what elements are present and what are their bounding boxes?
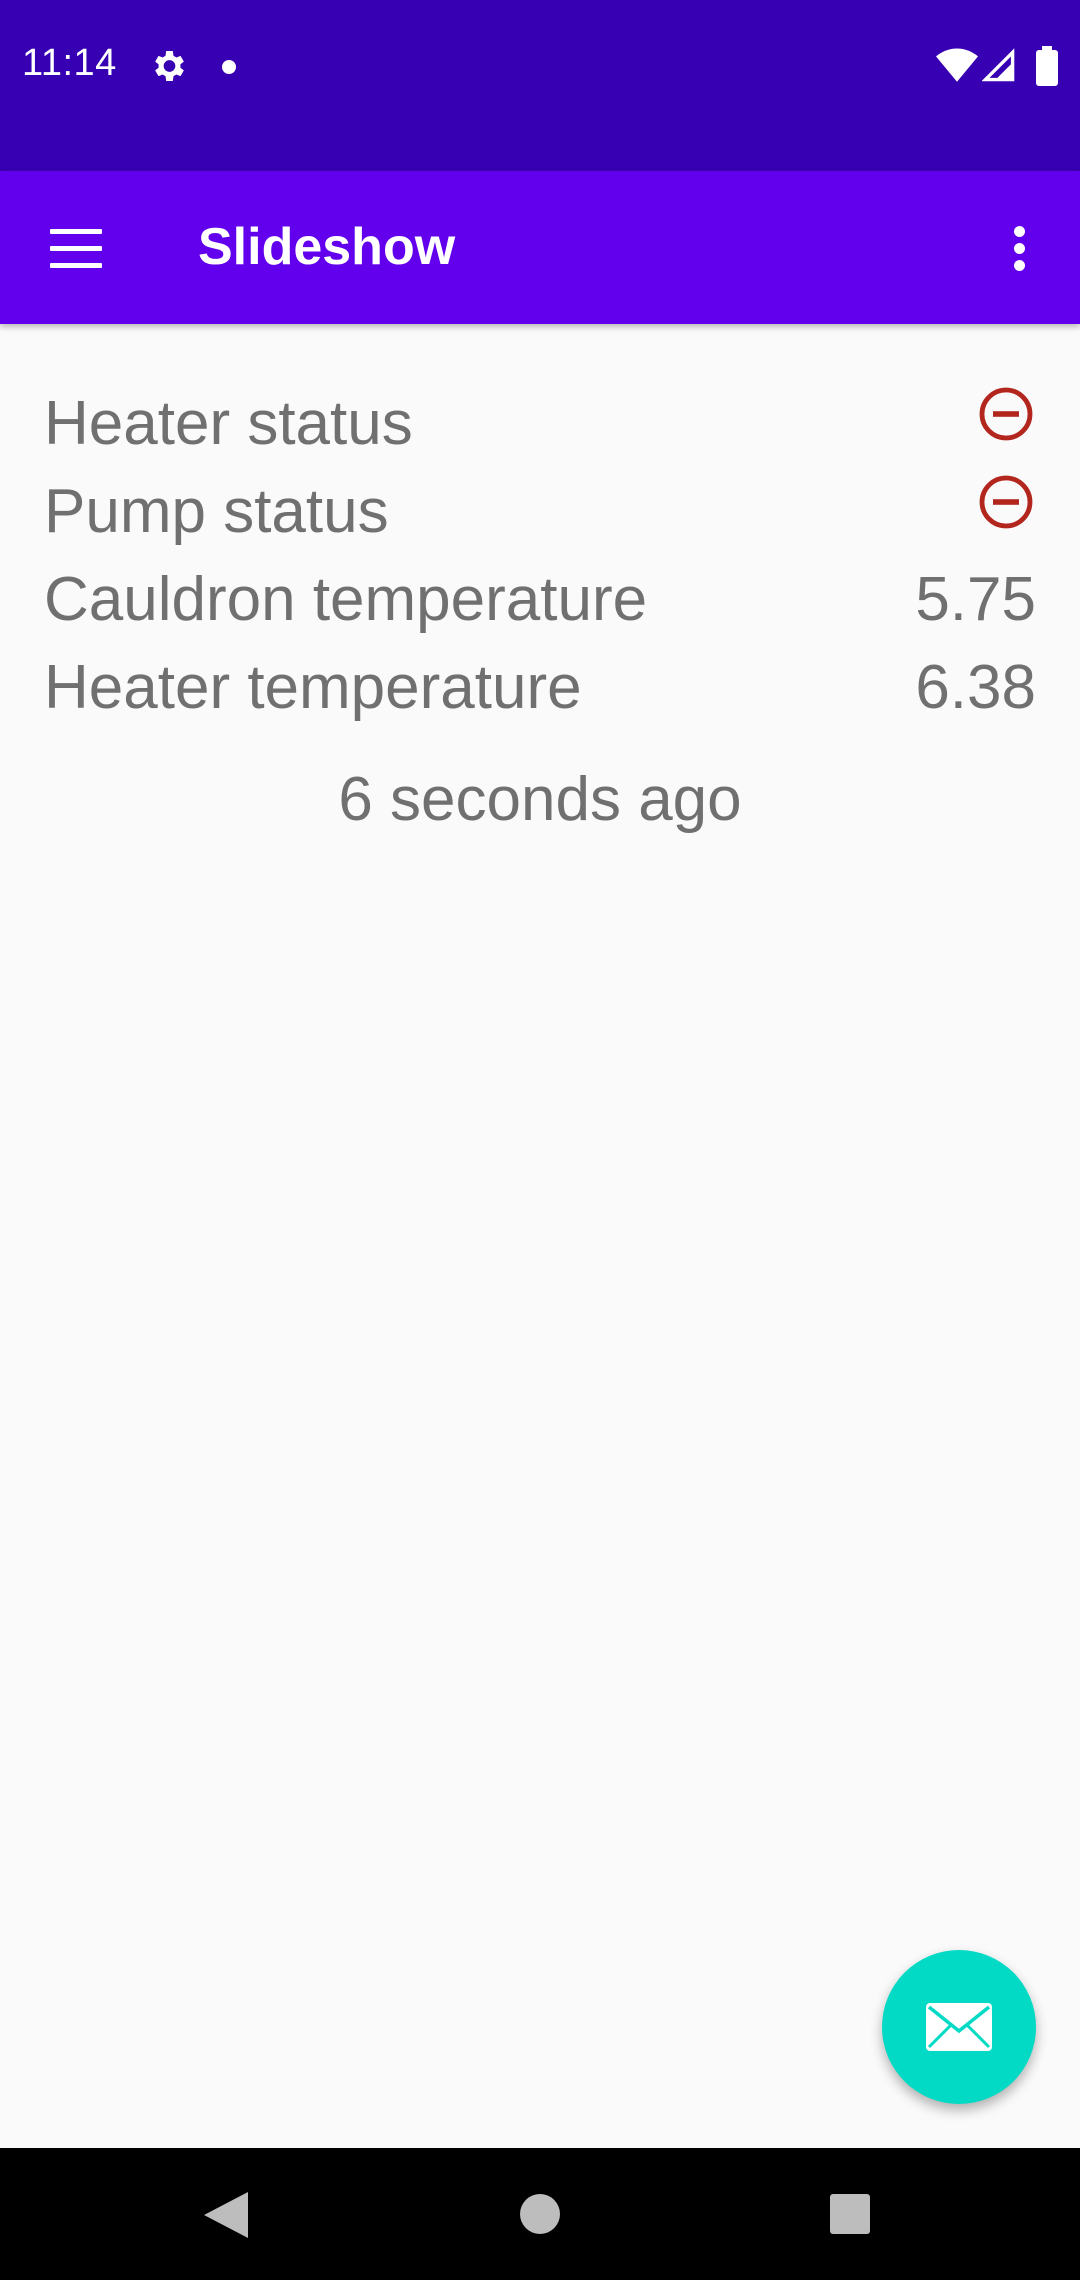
app-title: Slideshow (198, 218, 456, 276)
more-options-button[interactable] (970, 199, 1070, 299)
hamburger-menu-icon (50, 229, 102, 269)
home-icon[interactable] (520, 2194, 560, 2234)
heater-temperature-row: Heater temperature 6.38 (44, 640, 1036, 728)
recents-icon[interactable] (830, 2194, 870, 2234)
status-bar: 11:14 (0, 0, 1080, 171)
menu-button[interactable] (26, 199, 126, 299)
battery-icon (1036, 46, 1058, 86)
minus-circle-icon (979, 475, 1033, 529)
app-bar: Slideshow (0, 171, 1080, 324)
heater-temperature-label: Heater temperature (44, 653, 582, 722)
heater-status-label: Heater status (44, 389, 413, 458)
navigation-bar (0, 2148, 1080, 2280)
heater-temperature-value: 6.38 (915, 653, 1036, 722)
gear-icon (155, 51, 184, 81)
pump-status-label: Pump status (44, 477, 389, 546)
wifi-icon (936, 48, 978, 82)
more-vert-icon (1014, 226, 1026, 272)
email-icon (926, 2003, 992, 2051)
cauldron-temperature-label: Cauldron temperature (44, 565, 648, 634)
email-fab-button[interactable] (882, 1950, 1036, 2104)
back-icon[interactable] (204, 2192, 248, 2238)
pump-status-row: Pump status (44, 464, 1036, 552)
status-time: 11:14 (22, 42, 117, 84)
minus-circle-icon (979, 387, 1033, 441)
last-updated-text: 6 seconds ago (338, 765, 742, 834)
cauldron-temperature-row: Cauldron temperature 5.75 (44, 552, 1036, 640)
cauldron-temperature-value: 5.75 (915, 565, 1036, 634)
notification-dot-icon (222, 60, 236, 74)
signal-icon (982, 48, 1015, 82)
heater-status-row: Heater status (44, 376, 1036, 464)
